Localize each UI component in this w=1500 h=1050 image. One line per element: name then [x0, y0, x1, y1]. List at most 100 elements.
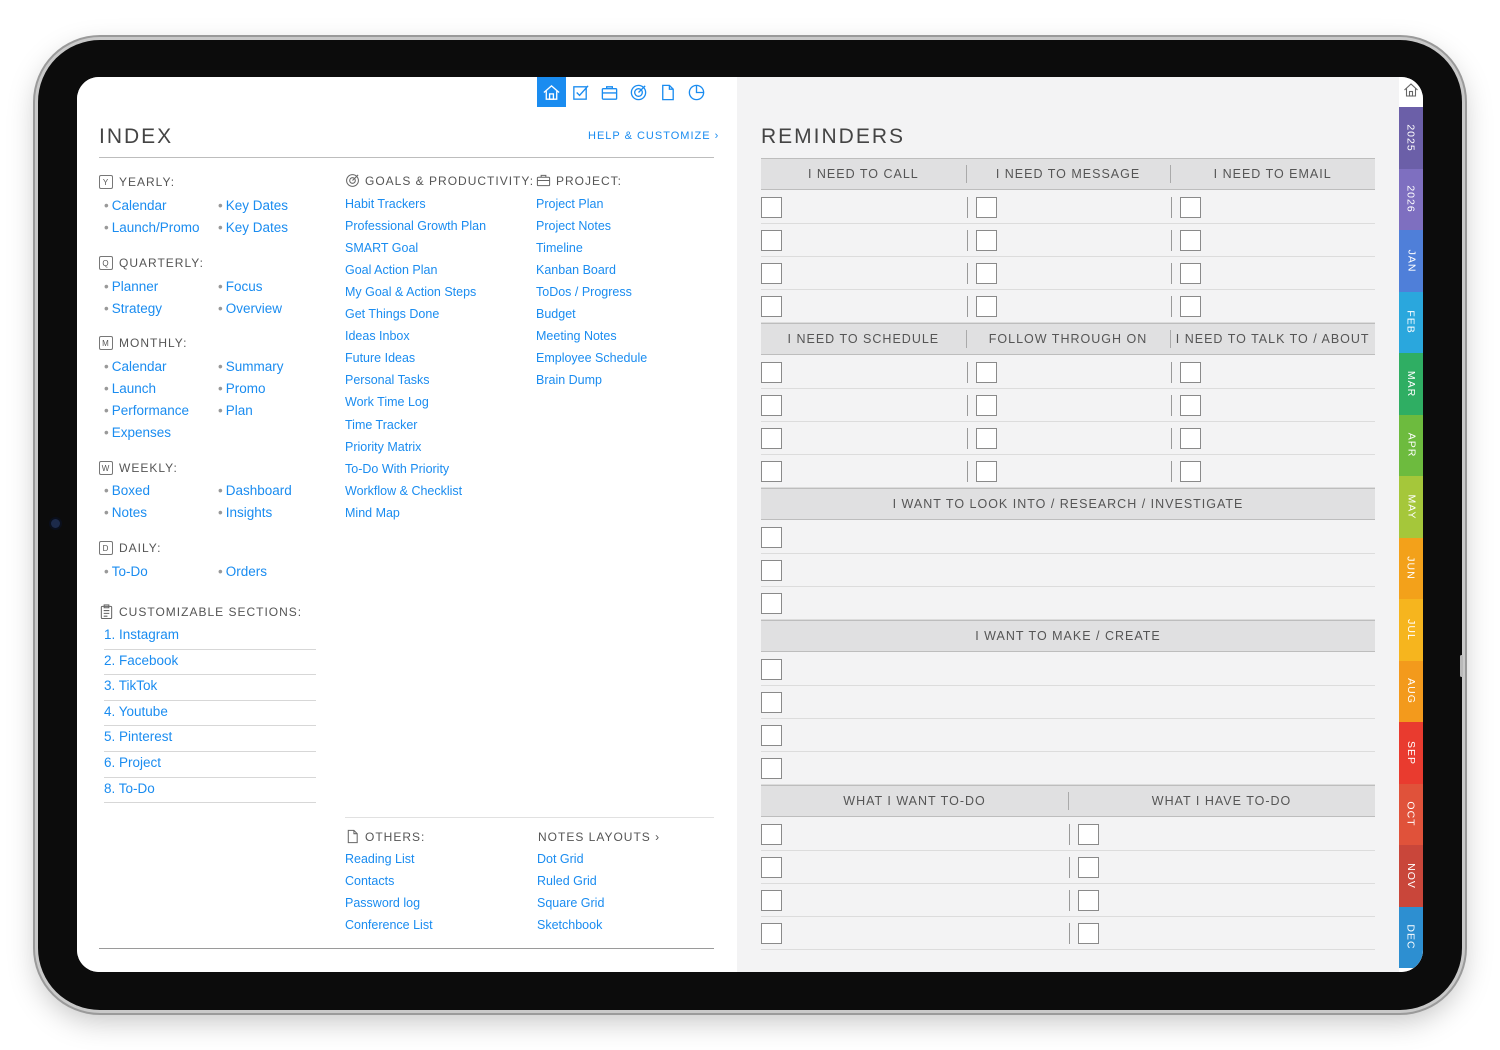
reminder-checkbox[interactable]: [761, 890, 782, 911]
quarterly-overview-link[interactable]: • Overview: [218, 301, 282, 316]
custom-section-4[interactable]: 4. Youtube: [104, 701, 316, 727]
project-notes-link[interactable]: Project Notes: [536, 219, 611, 233]
reminder-checkbox[interactable]: [761, 263, 782, 284]
reminder-checkbox[interactable]: [761, 296, 782, 317]
reminder-checkbox[interactable]: [761, 824, 782, 845]
monthly-launch-link[interactable]: • Launch: [104, 381, 156, 396]
ideas-inbox-link[interactable]: Ideas Inbox: [345, 329, 410, 343]
yearly-key-dates-2-link[interactable]: • Key Dates: [218, 220, 288, 235]
home-icon[interactable]: [1403, 82, 1419, 98]
work-time-log-link[interactable]: Work Time Log: [345, 395, 429, 409]
yearly-calendar-link[interactable]: • Calendar: [104, 198, 167, 213]
employee-schedule-link[interactable]: Employee Schedule: [536, 351, 647, 365]
tab-jun[interactable]: JUN: [1399, 537, 1423, 599]
reminder-checkbox[interactable]: [761, 560, 782, 581]
weekly-notes-link[interactable]: • Notes: [104, 505, 147, 520]
help-customize-link[interactable]: HELP & CUSTOMIZE ›: [588, 130, 719, 142]
reminder-checkbox[interactable]: [1078, 857, 1099, 878]
sketchbook-link[interactable]: Sketchbook: [537, 918, 602, 932]
reminder-checkbox[interactable]: [975, 230, 997, 251]
password-log-link[interactable]: Password log: [345, 896, 420, 910]
tab-jul[interactable]: JUL: [1399, 599, 1423, 661]
get-things-done-link[interactable]: Get Things Done: [345, 307, 439, 321]
weekly-dashboard-link[interactable]: • Dashboard: [218, 483, 292, 498]
smart-goal-link[interactable]: SMART Goal: [345, 241, 418, 255]
reminder-checkbox[interactable]: [761, 230, 782, 251]
goal-action-plan-link[interactable]: Goal Action Plan: [345, 263, 437, 277]
document-icon[interactable]: [653, 77, 682, 107]
reminder-checkbox[interactable]: [761, 593, 782, 614]
quarterly-strategy-link[interactable]: • Strategy: [104, 301, 162, 316]
reminder-checkbox[interactable]: [761, 659, 782, 680]
personal-tasks-link[interactable]: Personal Tasks: [345, 373, 430, 387]
home-icon[interactable]: [537, 77, 566, 107]
timeline-link[interactable]: Timeline: [536, 241, 583, 255]
custom-section-2[interactable]: 2. Facebook: [104, 650, 316, 676]
monthly-performance-link[interactable]: • Performance: [104, 403, 189, 418]
tab-jan[interactable]: JAN: [1399, 230, 1423, 292]
meeting-notes-link[interactable]: Meeting Notes: [536, 329, 617, 343]
tab-sep[interactable]: SEP: [1399, 722, 1423, 784]
tab-apr[interactable]: APR: [1399, 414, 1423, 476]
reminder-checkbox[interactable]: [761, 527, 782, 548]
yearly-key-dates-link[interactable]: • Key Dates: [218, 198, 288, 213]
reminder-checkbox[interactable]: [1180, 428, 1202, 449]
daily-todo-link[interactable]: • To-Do: [104, 564, 148, 579]
tab-feb[interactable]: FEB: [1399, 291, 1423, 353]
reminder-checkbox[interactable]: [761, 362, 782, 383]
monthly-calendar-link[interactable]: • Calendar: [104, 359, 167, 374]
weekly-boxed-link[interactable]: • Boxed: [104, 483, 150, 498]
reminder-checkbox[interactable]: [975, 263, 997, 284]
reminder-checkbox[interactable]: [975, 395, 997, 416]
monthly-summary-link[interactable]: • Summary: [218, 359, 284, 374]
reminder-checkbox[interactable]: [1078, 923, 1099, 944]
custom-section-8[interactable]: 8. To-Do: [104, 778, 316, 804]
todo-with-priority-link[interactable]: To-Do With Priority: [345, 462, 449, 476]
brain-dump-link[interactable]: Brain Dump: [536, 373, 602, 387]
custom-section-3[interactable]: 3. TikTok: [104, 675, 316, 701]
reminder-checkbox[interactable]: [761, 725, 782, 746]
tab-oct[interactable]: OCT: [1399, 783, 1423, 845]
reminder-checkbox[interactable]: [761, 428, 782, 449]
section-notes-layouts[interactable]: NOTES LAYOUTS ›: [538, 830, 660, 844]
square-grid-link[interactable]: Square Grid: [537, 896, 604, 910]
reminder-checkbox[interactable]: [761, 197, 782, 218]
reminder-checkbox[interactable]: [761, 692, 782, 713]
my-goal-action-steps-link[interactable]: My Goal & Action Steps: [345, 285, 476, 299]
reminder-checkbox[interactable]: [1180, 197, 1202, 218]
workflow-checklist-link[interactable]: Workflow & Checklist: [345, 484, 462, 498]
tab-2025[interactable]: 2025: [1399, 107, 1423, 169]
reminder-checkbox[interactable]: [1180, 362, 1202, 383]
custom-section-1[interactable]: 1. Instagram: [104, 624, 316, 650]
briefcase-icon[interactable]: [595, 77, 624, 107]
contacts-link[interactable]: Contacts: [345, 874, 394, 888]
project-plan-link[interactable]: Project Plan: [536, 197, 603, 211]
tab-mar[interactable]: MAR: [1399, 353, 1423, 415]
tab-may[interactable]: MAY: [1399, 476, 1423, 538]
reminder-checkbox[interactable]: [975, 362, 997, 383]
reminder-checkbox[interactable]: [975, 428, 997, 449]
time-tracker-link[interactable]: Time Tracker: [345, 418, 417, 432]
monthly-promo-link[interactable]: • Promo: [218, 381, 266, 396]
pie-chart-icon[interactable]: [682, 77, 711, 107]
mind-map-link[interactable]: Mind Map: [345, 506, 400, 520]
reminder-checkbox[interactable]: [1180, 230, 1202, 251]
tab-2026[interactable]: 2026: [1399, 168, 1423, 230]
reminder-checkbox[interactable]: [1180, 296, 1202, 317]
weekly-insights-link[interactable]: • Insights: [218, 505, 272, 520]
future-ideas-link[interactable]: Future Ideas: [345, 351, 415, 365]
reminder-checkbox[interactable]: [975, 197, 997, 218]
reminder-checkbox[interactable]: [1180, 263, 1202, 284]
reminder-checkbox[interactable]: [1180, 461, 1202, 482]
reminder-checkbox[interactable]: [1078, 824, 1099, 845]
professional-growth-plan-link[interactable]: Professional Growth Plan: [345, 219, 486, 233]
reminder-checkbox[interactable]: [761, 395, 782, 416]
reading-list-link[interactable]: Reading List: [345, 852, 415, 866]
reminder-checkbox[interactable]: [761, 461, 782, 482]
tab-dec[interactable]: DEC: [1399, 906, 1423, 968]
monthly-plan-link[interactable]: • Plan: [218, 403, 253, 418]
reminder-checkbox[interactable]: [1180, 395, 1202, 416]
ruled-grid-link[interactable]: Ruled Grid: [537, 874, 597, 888]
dot-grid-link[interactable]: Dot Grid: [537, 852, 584, 866]
reminder-checkbox[interactable]: [761, 857, 782, 878]
